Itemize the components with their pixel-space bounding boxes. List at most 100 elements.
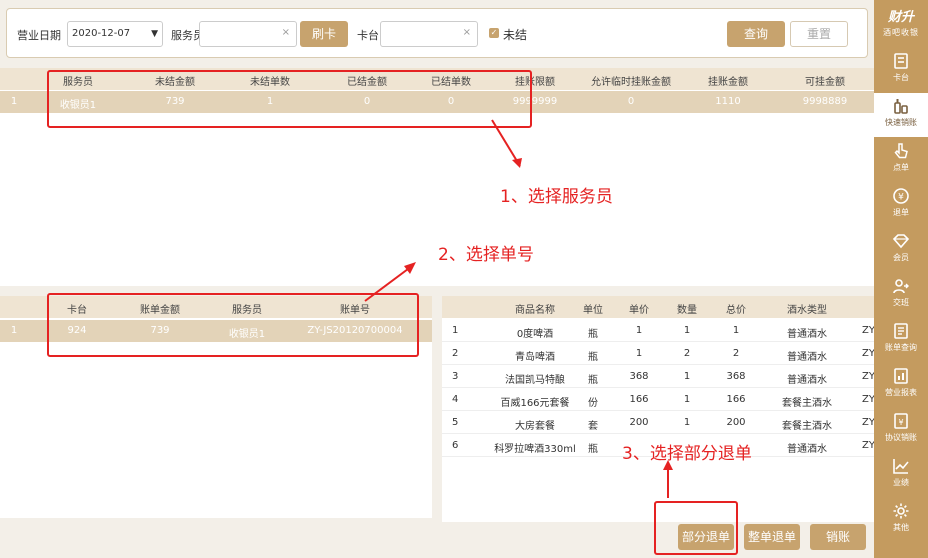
row-number: 4 <box>452 394 459 405</box>
table-cell: 0度啤酒 <box>516 329 554 340</box>
date-label: 营业日期 <box>17 29 61 42</box>
table-cell: 普通酒水 <box>787 375 827 386</box>
table-cell: 368 <box>726 371 746 382</box>
main-area: 营业日期 2020-12-07 ▼ 服务员 × 刷卡 卡台 × ✓ 未结 查询 … <box>0 0 874 558</box>
clear-icon[interactable]: × <box>282 27 290 38</box>
row-number: 1 <box>10 325 18 336</box>
refund-yen-icon: ¥ <box>893 188 909 204</box>
table-cell: ZY <box>862 348 874 359</box>
annotation-box-bill <box>47 293 419 357</box>
waiter-input[interactable]: × <box>199 21 297 47</box>
gear-icon <box>893 503 909 519</box>
table-row[interactable]: 2 青岛啤酒 瓶 1 2 2 普通酒水 ZY <box>442 343 874 365</box>
annotation-step2: 2、选择单号 <box>438 245 534 265</box>
table-cell: 368 <box>629 371 649 382</box>
annotation-box-waiter <box>47 70 532 128</box>
sidebar-item-label: 点单 <box>893 163 909 172</box>
sidebar-item-performance[interactable]: 业绩 <box>874 453 928 497</box>
row-number: 5 <box>452 417 459 428</box>
sidebar-item-shift[interactable]: 交班 <box>874 273 928 317</box>
svg-text:¥: ¥ <box>898 418 903 427</box>
table-cell: ZY <box>862 325 874 336</box>
report-icon <box>894 368 908 384</box>
table-header: 商品名称 单位 单价 数量 总价 酒水类型 <box>442 296 874 318</box>
sidebar-item-refund[interactable]: ¥ 退单 <box>874 183 928 227</box>
sidebar-item-label: 其他 <box>893 523 909 532</box>
swipe-card-button[interactable]: 刷卡 <box>300 21 348 47</box>
bottles-icon <box>894 99 908 114</box>
row-number: 1 <box>452 325 459 336</box>
sidebar-item-business-report[interactable]: 营业报表 <box>874 363 928 407</box>
sell-off-button[interactable]: 销账 <box>810 524 866 550</box>
sidebar-item-label: 营业报表 <box>885 388 917 397</box>
table-cell: 青岛啤酒 <box>515 352 555 363</box>
trend-chart-icon <box>893 459 909 474</box>
table-cell: 瓶 <box>588 352 598 363</box>
sidebar-item-label: 会员 <box>893 253 909 262</box>
unsettled-label: 未结 <box>503 28 528 42</box>
sidebar-item-label: 业绩 <box>893 478 909 487</box>
date-picker[interactable]: 2020-12-07 ▼ <box>67 21 163 47</box>
table-cell: 套餐主酒水 <box>782 398 832 409</box>
table-row[interactable]: 3 法国凯马特酿 瓶 368 1 368 普通酒水 ZY <box>442 366 874 388</box>
table-cell: 套 <box>588 421 598 432</box>
bill-query-icon <box>894 323 908 339</box>
table-cell: 百威166元套餐 <box>500 398 570 409</box>
table-cell: 1110 <box>715 96 741 107</box>
row-number: 2 <box>452 348 459 359</box>
table-cell: 0 <box>627 96 635 107</box>
column-header: 数量 <box>677 305 697 316</box>
table-row[interactable]: 4 百威166元套餐 份 166 1 166 套餐主酒水 ZY <box>442 389 874 411</box>
sidebar-item-order[interactable]: 点单 <box>874 138 928 182</box>
sidebar-item-other[interactable]: 其他 <box>874 498 928 542</box>
clear-icon[interactable]: × <box>463 27 471 38</box>
query-button[interactable]: 查询 <box>727 21 785 47</box>
dropdown-arrow-icon: ▼ <box>151 29 158 39</box>
column-header: 总价 <box>726 305 746 316</box>
row-number: 1 <box>10 96 18 107</box>
table-cell: 1 <box>635 325 643 336</box>
sidebar-item-label: 退单 <box>893 208 909 217</box>
table-cell: 套餐主酒水 <box>782 421 832 432</box>
brand-subtitle: 酒吧收银 <box>883 28 919 37</box>
sidebar-item-label: 快速销账 <box>885 118 917 127</box>
table-cell: 9998889 <box>802 96 848 107</box>
table-cell: 200 <box>726 417 746 428</box>
reset-button[interactable]: 重置 <box>790 21 848 47</box>
table-row[interactable]: 5 大房套餐 套 200 1 200 套餐主酒水 ZY <box>442 412 874 434</box>
table-cell: 1 <box>683 417 691 428</box>
sidebar-item-label: 协议销账 <box>885 433 917 442</box>
column-header: 商品名称 <box>515 305 555 316</box>
sidebar-item-bill-query[interactable]: 账单查询 <box>874 318 928 362</box>
annotation-step1: 1、选择服务员 <box>500 187 613 207</box>
table-cell: ZY <box>862 371 874 382</box>
sidebar-item-label: 账单查询 <box>885 343 917 352</box>
agreement-yen-icon: ¥ <box>894 413 908 429</box>
table-cell: 瓶 <box>588 444 598 455</box>
card-label: 卡台 <box>357 29 379 42</box>
table-cell: 1 <box>683 325 691 336</box>
table-cell: 法国凯马特酿 <box>505 375 565 386</box>
sidebar-item-quick-sell-off[interactable]: 快速销账 <box>874 93 928 137</box>
sidebar-item-tables[interactable]: 卡台 <box>874 48 928 92</box>
item-table: 商品名称 单位 单价 数量 总价 酒水类型 1 0度啤酒 瓶 1 1 1 普通酒… <box>442 296 874 522</box>
table-cell: 普通酒水 <box>787 329 827 340</box>
shift-users-icon <box>893 279 909 294</box>
column-header: 酒水类型 <box>787 305 827 316</box>
column-header: 可挂金额 <box>805 77 845 88</box>
table-cell: 科罗拉啤酒330ml <box>494 444 576 455</box>
unsettled-checkbox[interactable]: ✓ <box>489 28 499 38</box>
table-icon <box>894 53 908 69</box>
column-header: 挂账金额 <box>708 77 748 88</box>
table-cell: 1 <box>683 371 691 382</box>
sidebar-item-agreement-sell-off[interactable]: ¥ 协议销账 <box>874 408 928 452</box>
full-refund-button[interactable]: 整单退单 <box>744 524 800 550</box>
card-input[interactable]: × <box>380 21 478 47</box>
row-number: 3 <box>452 371 459 382</box>
table-cell: 1 <box>683 394 691 405</box>
hand-pointer-icon <box>894 143 908 159</box>
table-cell: 200 <box>629 417 649 428</box>
table-row[interactable]: 1 0度啤酒 瓶 1 1 1 普通酒水 ZY <box>442 320 874 342</box>
sidebar-item-member[interactable]: 会员 <box>874 228 928 272</box>
annotation-box-partial-refund <box>654 501 738 555</box>
